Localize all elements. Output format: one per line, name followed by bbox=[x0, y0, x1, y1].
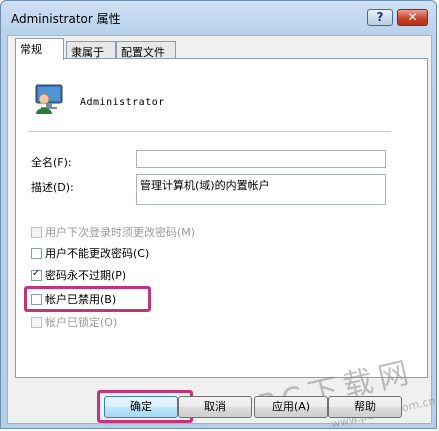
checkbox-box bbox=[31, 316, 42, 328]
checkbox-box bbox=[31, 226, 42, 238]
tab-general[interactable]: 常规 bbox=[15, 38, 64, 60]
help-button[interactable]: 帮助 bbox=[328, 396, 402, 418]
checkbox-label: 用户不能更改密码(C) bbox=[45, 247, 150, 260]
properties-window: Administrator 属性 ? ✕ 常规 隶属于 配置文件 Adminis… bbox=[0, 0, 437, 429]
user-name: Administrator bbox=[80, 97, 165, 108]
apply-button[interactable]: 应用(A) bbox=[254, 396, 328, 418]
cancel-button[interactable]: 取消 bbox=[178, 396, 252, 418]
close-button[interactable]: ✕ bbox=[397, 9, 428, 26]
description-label: 描述(D): bbox=[31, 181, 74, 194]
help-icon: ? bbox=[376, 10, 384, 24]
tab-general-label: 常规 bbox=[20, 43, 42, 56]
tab-member-of[interactable]: 隶属于 bbox=[66, 41, 116, 59]
checkbox-box bbox=[31, 247, 42, 259]
checkbox-box bbox=[31, 268, 42, 281]
description-field[interactable]: 管理计算机(域)的内置帐户 bbox=[136, 174, 386, 205]
dialog-client-area: 常规 隶属于 配置文件 Administrator 全名(F): 描述(D): … bbox=[7, 35, 436, 428]
user-icon bbox=[35, 84, 63, 114]
help-title-button[interactable]: ? bbox=[367, 9, 393, 26]
general-tab-panel: Administrator 全名(F): 描述(D): 管理计算机(域)的内置帐… bbox=[15, 58, 428, 378]
checkbox-label: 帐户已锁定(O) bbox=[45, 316, 118, 329]
must-change-password-checkbox[interactable]: 用户下次登录时须更改密码(M) bbox=[31, 224, 195, 240]
password-never-expires-checkbox[interactable]: 密码永不过期(P) bbox=[31, 267, 126, 283]
highlight-box-account-disabled bbox=[24, 286, 151, 312]
ok-button[interactable]: 确定 bbox=[104, 396, 178, 418]
fullname-field[interactable] bbox=[136, 150, 386, 168]
title-bar[interactable]: Administrator 属性 ? ✕ bbox=[1, 1, 436, 33]
account-locked-checkbox[interactable]: 帐户已锁定(O) bbox=[31, 314, 117, 330]
window-title: Administrator 属性 bbox=[11, 12, 121, 26]
cannot-change-password-checkbox[interactable]: 用户不能更改密码(C) bbox=[31, 245, 149, 261]
fullname-label: 全名(F): bbox=[31, 156, 72, 169]
tab-profile[interactable]: 配置文件 bbox=[116, 41, 176, 59]
close-icon: ✕ bbox=[407, 10, 418, 24]
separator bbox=[28, 131, 391, 132]
checkbox-label: 密码永不过期(P) bbox=[45, 269, 127, 282]
checkbox-label: 用户下次登录时须更改密码(M) bbox=[45, 226, 196, 239]
